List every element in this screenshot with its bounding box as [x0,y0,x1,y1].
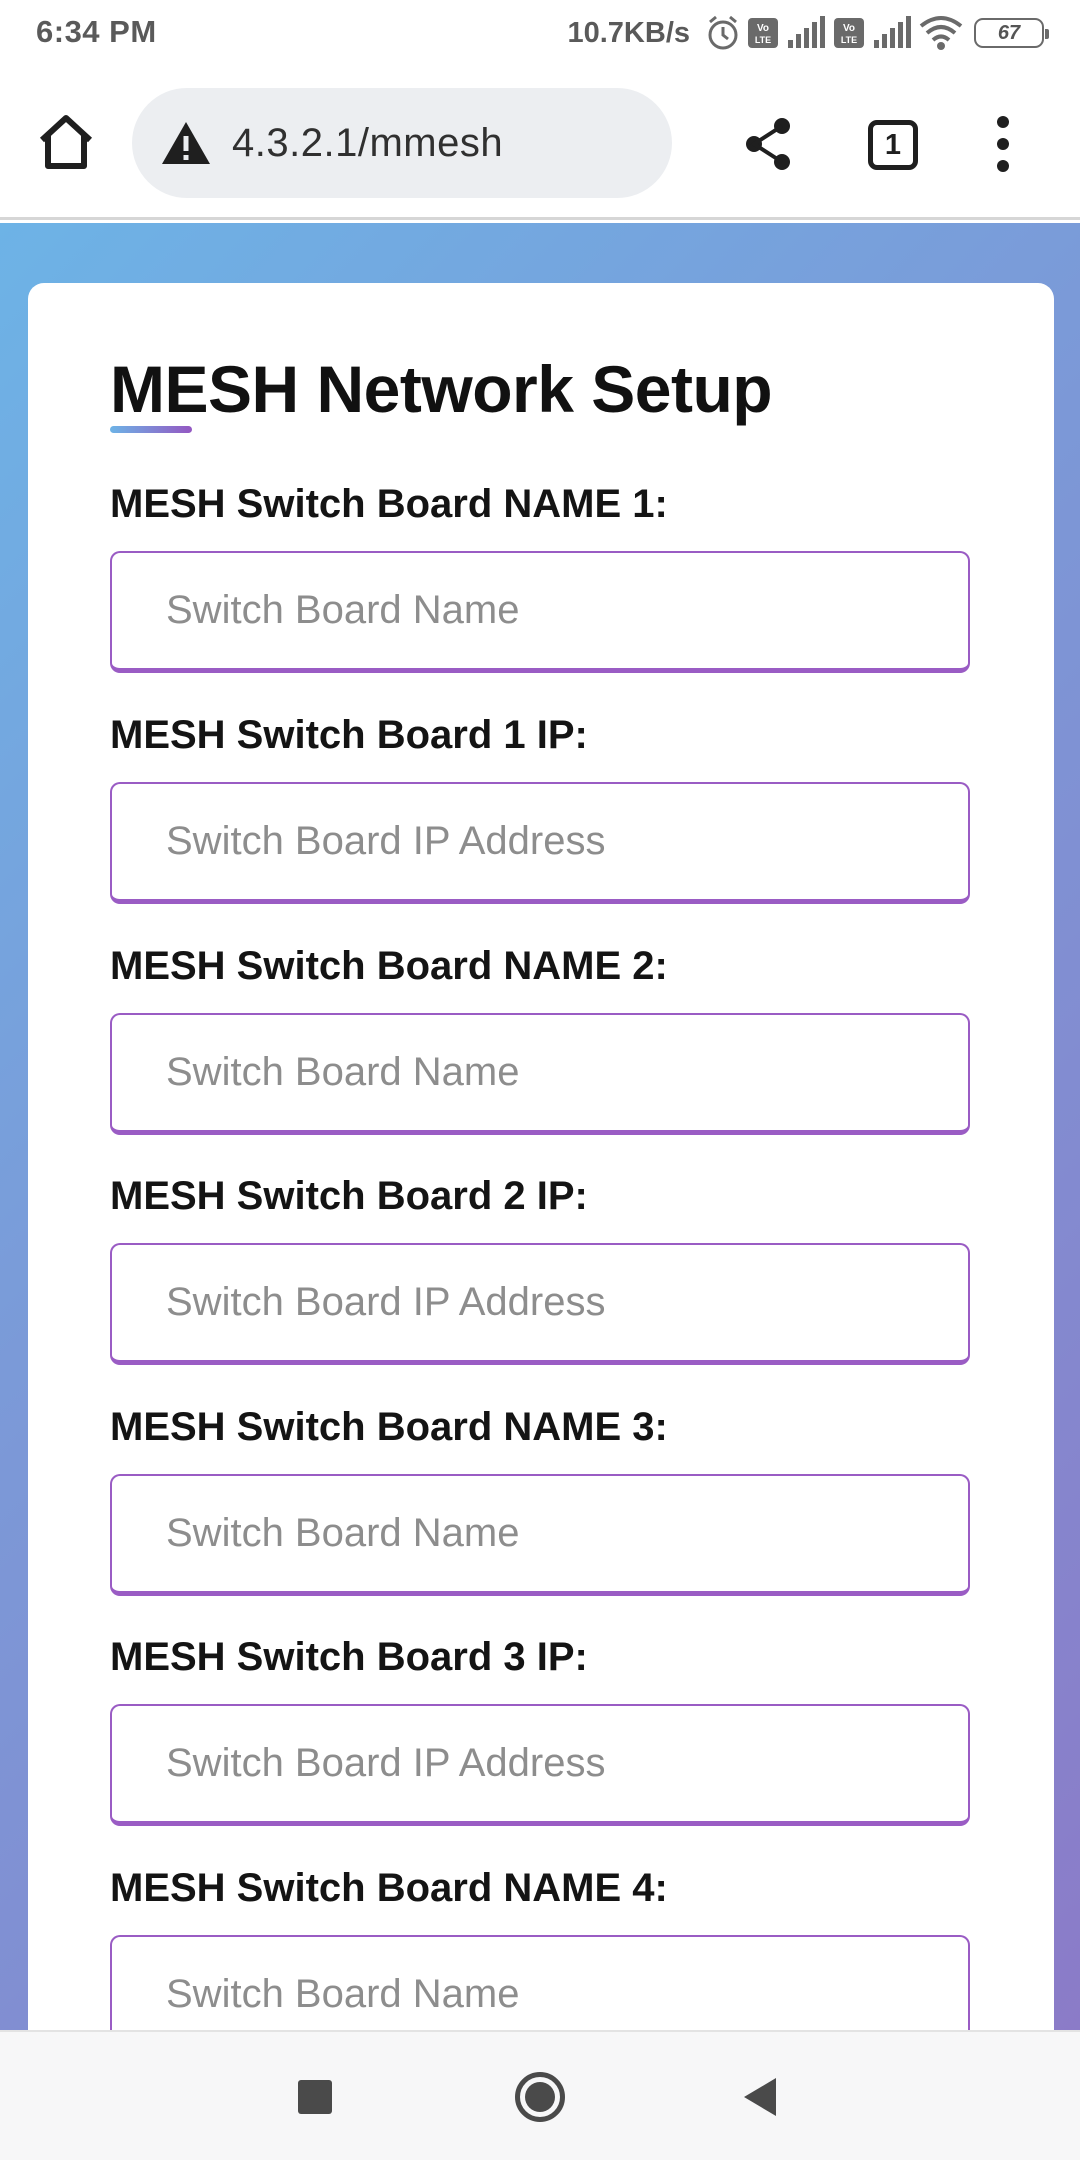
home-circle-dot [525,2082,555,2112]
field-label-name-3: MESH Switch Board NAME 3: [110,1405,668,1449]
tabs-icon[interactable]: 1 [868,120,918,170]
volte-icon: Vo LTE [746,12,780,54]
field-label-ip-1: MESH Switch Board 1 IP: [110,713,588,757]
browser-toolbar: 4.3.2.1/mmesh 1 [0,68,1080,220]
network-speed: 10.7KB/s [567,16,690,49]
svg-text:LTE: LTE [755,35,771,45]
switch-board-name-2-input[interactable] [110,1013,970,1135]
switch-board-ip-2-input[interactable] [110,1243,970,1365]
title-underline [110,426,192,433]
signal-icon [872,12,912,54]
switch-board-name-4-input[interactable] [110,1935,970,2030]
warning-icon[interactable] [160,119,212,167]
battery-icon: 67 [974,18,1049,48]
alarm-icon [706,12,740,54]
field-label-name-4: MESH Switch Board NAME 4: [110,1866,668,1910]
signal-icon [786,12,826,54]
switch-board-ip-3-input[interactable] [110,1704,970,1826]
switch-board-name-3-input[interactable] [110,1474,970,1596]
share-icon[interactable] [742,116,794,172]
tab-count: 1 [884,128,902,161]
status-bar: 6:34 PM 10.7KB/s Vo LTE Vo LTE 67 [0,0,1080,68]
page-title: MESH Network Setup [110,352,773,426]
status-time: 6:34 PM [36,14,157,49]
svg-text:Vo: Vo [757,23,769,34]
field-label-ip-3: MESH Switch Board 3 IP: [110,1635,588,1679]
screen: 6:34 PM 10.7KB/s Vo LTE Vo LTE 67 4.3.2.… [0,0,1080,2160]
url-bar[interactable]: 4.3.2.1/mmesh [132,88,672,198]
field-label-name-1: MESH Switch Board NAME 1: [110,482,668,526]
url-text[interactable]: 4.3.2.1/mmesh [232,121,503,166]
field-label-name-2: MESH Switch Board NAME 2: [110,944,668,988]
svg-text:LTE: LTE [841,35,857,45]
switch-board-ip-1-input[interactable] [110,782,970,904]
setup-card: MESH Network Setup MESH Switch Board NAM… [28,283,1054,2030]
home-icon[interactable] [34,110,98,174]
system-nav-bar [0,2030,1080,2160]
switch-board-name-1-input[interactable] [110,551,970,673]
home-circle-icon[interactable] [515,2072,565,2122]
wifi-icon [918,12,964,54]
back-icon[interactable] [742,2076,778,2118]
svg-text:Vo: Vo [843,23,855,34]
field-label-ip-2: MESH Switch Board 2 IP: [110,1174,588,1218]
more-vert-icon[interactable] [990,114,1016,174]
status-icons: 10.7KB/s Vo LTE Vo LTE 67 [567,12,1049,54]
battery-level: 67 [997,21,1021,44]
volte-icon: Vo LTE [832,12,866,54]
page-background: MESH Network Setup MESH Switch Board NAM… [0,223,1080,2030]
recents-icon[interactable] [298,2080,332,2114]
